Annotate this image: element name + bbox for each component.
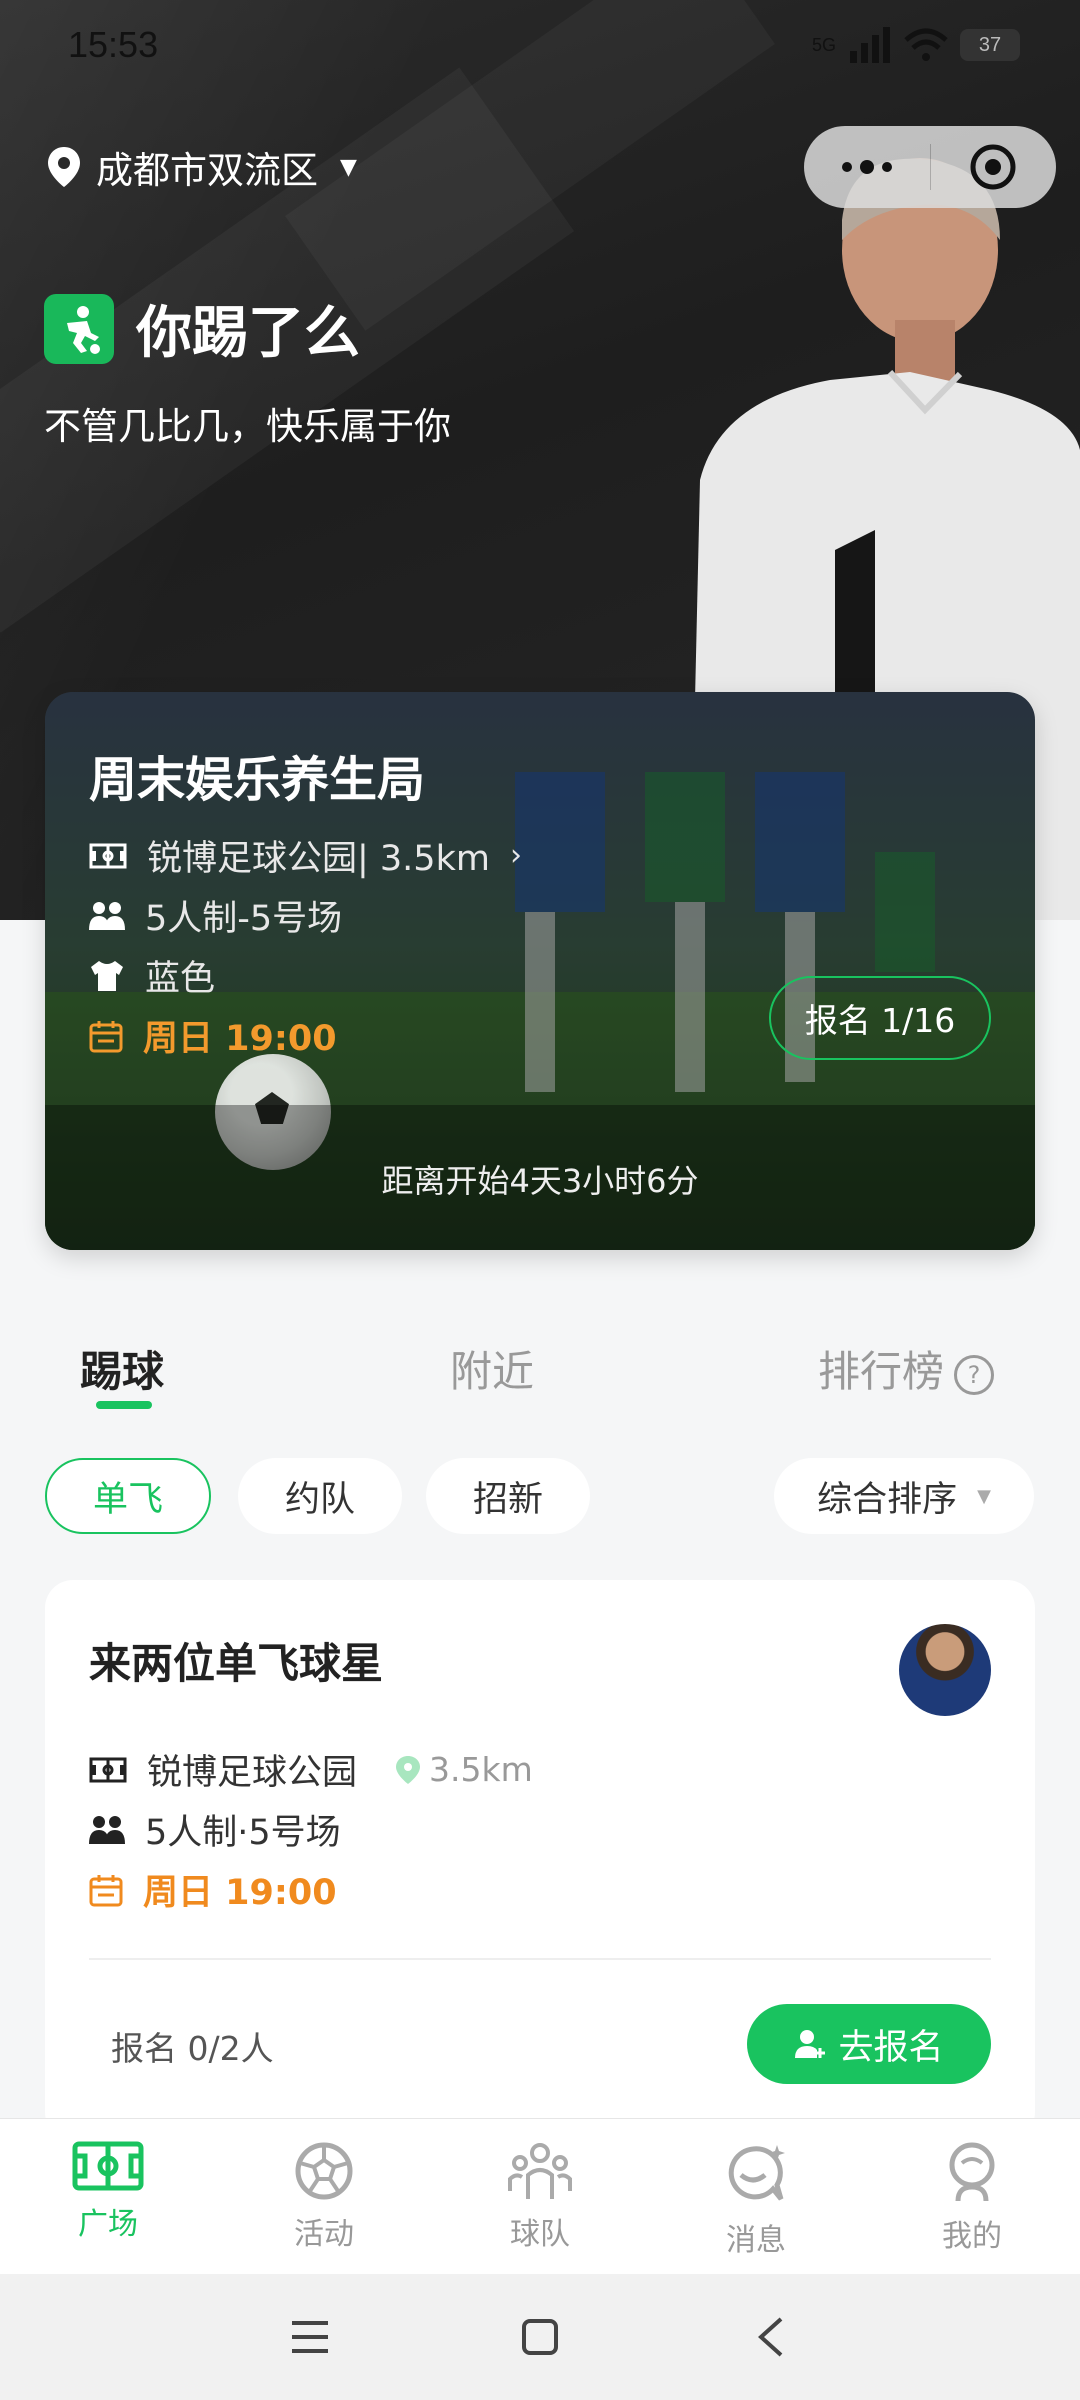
more-dots-icon [841,160,892,174]
back-chevron-icon [758,2317,783,2357]
nav-profile[interactable]: 我的 [864,2119,1080,2274]
match-distance-value: 3.5km [429,1750,533,1789]
nav-activity[interactable]: 活动 [216,2119,432,2274]
event-format: 5人制-5号场 [145,899,343,939]
tab-leaderboard-label: 排行榜 [818,1347,945,1396]
event-signup-button[interactable]: 报名 1/16 [769,976,991,1060]
location-pin-icon [48,147,80,187]
caret-down-icon: ▼ [977,1485,991,1507]
match-format-row: 5人制·5号场 [89,1804,341,1855]
status-time: 15:53 [68,24,159,65]
jersey-icon [91,960,123,991]
network-label: 5G [811,34,836,55]
battery-indicator: 37 [960,29,1020,61]
event-format-row: 5人制-5号场 [89,890,342,941]
brand-name: 你踢了么 [136,301,360,366]
miniapp-capsule [804,126,1056,208]
match-title: 来两位单飞球星 [89,1639,384,1688]
sort-label: 综合排序 [817,1479,958,1520]
bottom-nav: 广场 活动 球队 消息 我的 [0,2118,1080,2274]
help-icon[interactable]: ? [954,1354,995,1395]
caret-down-icon: ▼ [340,154,357,180]
match-card[interactable]: 来两位单飞球星 锐博足球公园 3.5km 5人制·5号场 周日 19:00 报名… [45,1580,1035,2140]
tab-nearby[interactable]: 附近 [450,1338,534,1399]
team-icon [508,2143,572,2199]
match-venue-row: 锐博足球公园 3.5km [89,1744,533,1795]
calendar-icon [89,1020,123,1052]
location-selector[interactable]: 成都市双流区 ▼ [46,140,357,194]
people-icon [89,901,125,930]
profile-icon [949,2142,995,2202]
wifi-icon [904,28,948,61]
brand-logo [44,293,114,364]
match-format: 5人制·5号场 [145,1813,341,1853]
filter-chip-recruit[interactable]: 招新 [426,1458,590,1534]
match-venue: 锐博足球公园 [147,1753,358,1793]
sort-dropdown[interactable]: 综合排序 ▼ [774,1458,1034,1534]
recents-button[interactable] [195,2319,425,2355]
match-time-row: 周日 19:00 [89,1864,337,1915]
message-icon [728,2145,785,2201]
nav-label: 我的 [942,2219,1002,2254]
home-button[interactable] [425,2318,655,2356]
player-kick-icon [67,305,100,354]
ball-icon [295,2142,353,2200]
home-square-icon [522,2319,558,2355]
nav-label: 活动 [294,2217,354,2252]
signal-icon [850,27,890,63]
nav-messages[interactable]: 消息 [648,2119,864,2274]
back-button[interactable] [655,2315,885,2359]
more-button[interactable] [804,126,930,208]
location-label: 成都市双流区 [96,149,318,192]
event-title: 周末娱乐养生局 [89,752,426,808]
location-pin-icon [396,1755,421,1784]
target-icon [970,144,1016,190]
event-countdown: 距离开始4天3小时6分 [381,1162,699,1200]
nav-label: 广场 [78,2207,138,2242]
match-time: 周日 19:00 [143,1873,337,1913]
add-user-icon [795,2030,826,2058]
event-venue-row[interactable]: 锐博足球公园| 3.5km › [89,830,522,881]
field-icon [72,2141,144,2191]
event-venue: 锐博足球公园| 3.5km [147,839,490,879]
tab-play[interactable]: 踢球 [80,1338,164,1399]
menu-icon [292,2321,328,2353]
event-jersey-color: 蓝色 [145,959,216,999]
event-time-row: 周日 19:00 [89,1010,337,1061]
nav-label: 消息 [726,2223,786,2258]
chevron-right-icon: › [509,838,522,873]
join-button[interactable]: 去报名 [747,2004,991,2084]
close-miniapp-button[interactable] [931,126,1057,208]
event-jersey-row: 蓝色 [89,950,215,1001]
system-navigation-bar [0,2274,1080,2400]
filter-chip-team[interactable]: 约队 [238,1458,402,1534]
match-distance: 3.5km [395,1750,533,1789]
people-icon [89,1815,125,1844]
pitch-icon [89,843,127,868]
event-time: 周日 19:00 [143,1019,337,1059]
featured-event-card[interactable]: 周末娱乐养生局 锐博足球公园| 3.5km › 5人制-5号场 蓝色 周日 19… [45,692,1035,1250]
divider [89,1958,991,1960]
filter-chip-solo[interactable]: 单飞 [45,1458,211,1534]
signup-count: 报名 0/2人 [111,2029,274,2068]
status-bar: 15:53 5G 37 [68,20,1020,70]
tab-leaderboard[interactable]: 排行榜? [818,1338,995,1399]
slogan: 不管几比几，快乐属于你 [44,405,451,448]
nav-team[interactable]: 球队 [432,2119,648,2274]
nav-square[interactable]: 广场 [0,2119,216,2274]
join-label: 去报名 [838,2027,944,2068]
calendar-icon [89,1874,123,1906]
avatar[interactable] [899,1624,991,1716]
pitch-icon [89,1757,127,1782]
brand: 你踢了么 [44,288,360,369]
nav-label: 球队 [510,2217,570,2252]
status-icons: 5G 37 [812,27,1020,63]
active-tab-indicator [96,1401,152,1409]
